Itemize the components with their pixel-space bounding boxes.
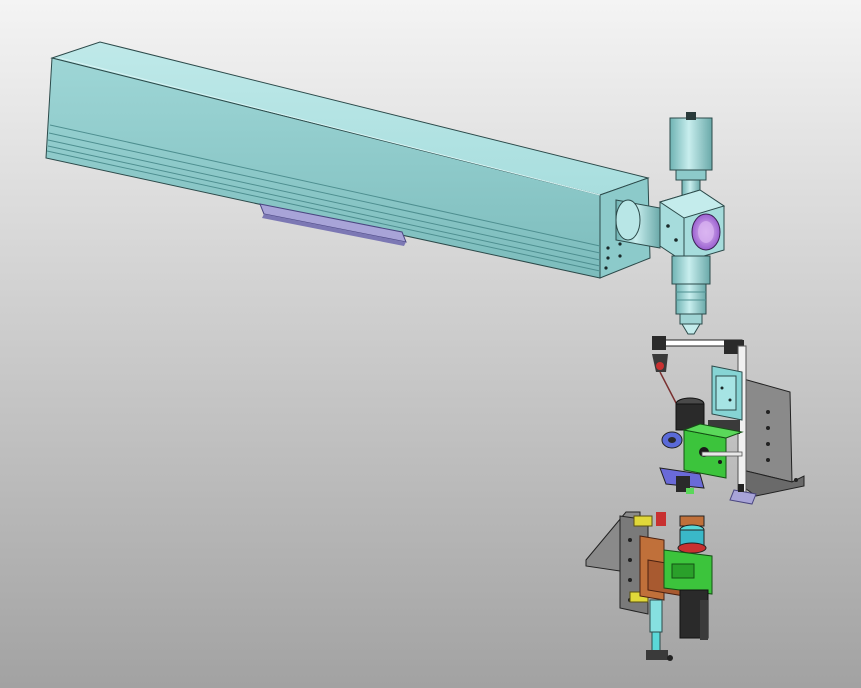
cad-viewport[interactable]: [0, 0, 861, 688]
laser-head-cube: [658, 189, 726, 263]
cad-scene: [0, 0, 861, 688]
laser-head-coupler: [615, 199, 661, 249]
